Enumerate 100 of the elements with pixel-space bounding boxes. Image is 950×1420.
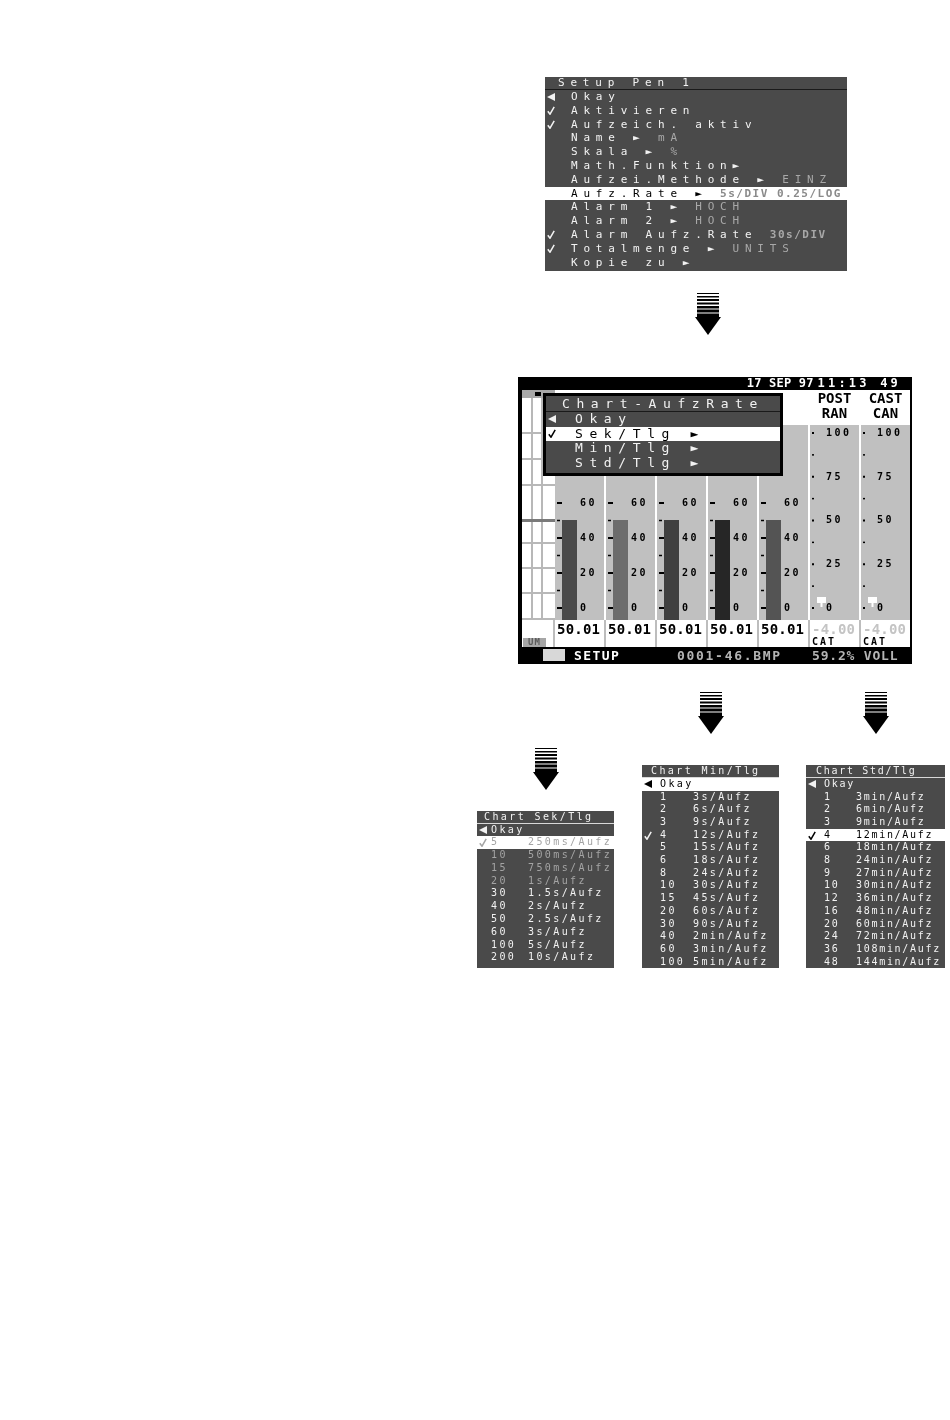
- menu-title: Setup Pen 1: [545, 77, 847, 90]
- menu-item[interactable]: 3 9min/Aufz: [806, 816, 945, 829]
- reading-value: 50.01: [608, 620, 652, 637]
- menu-item[interactable]: 36 108min/Aufz: [806, 942, 945, 956]
- unit-label: CAT: [863, 636, 888, 647]
- menu-item[interactable]: 3 9s/Aufz: [642, 816, 779, 829]
- scale-label: 40: [733, 532, 751, 543]
- menu-item[interactable]: 200 10s/Aufz: [477, 951, 614, 965]
- menu-item[interactable]: 40 2s/Aufz: [477, 900, 614, 914]
- menu-item[interactable]: 1 3s/Aufz: [642, 790, 779, 804]
- menu-item[interactable]: 48 144min/Aufz: [806, 955, 945, 969]
- menu-item[interactable]: 8 24min/Aufz: [806, 854, 945, 867]
- mode-label: SETUP: [574, 646, 621, 664]
- scale-label: 40: [682, 532, 700, 543]
- file-name: 0001-46.BMP: [677, 646, 782, 664]
- scale-label: 20: [631, 567, 649, 578]
- menu-item[interactable]: Okay: [806, 777, 945, 791]
- scale-label: 0: [877, 602, 887, 613]
- scale-label: 25: [877, 559, 896, 570]
- menu-item[interactable]: Math.Funktion►: [545, 159, 847, 173]
- menu-item[interactable]: 6 18s/Aufz: [642, 854, 779, 867]
- menu-item[interactable]: 10 30min/Aufz: [806, 879, 945, 893]
- reading-value: 50.01: [557, 620, 601, 637]
- menu-item[interactable]: 20 60s/Aufz: [642, 904, 779, 918]
- menu-item[interactable]: 60 3s/Aufz: [477, 925, 614, 939]
- menu-item[interactable]: 100 5min/Aufz: [642, 955, 779, 969]
- menu-item[interactable]: 2 6min/Aufz: [806, 803, 945, 816]
- menu-item[interactable]: 50 2.5s/Aufz: [477, 913, 614, 926]
- scale-label: 0: [733, 602, 743, 613]
- reading-value: -4.00: [863, 620, 907, 637]
- menu-item[interactable]: Okay: [546, 411, 780, 427]
- reading-value: 50.01: [761, 620, 805, 637]
- menu-item[interactable]: 9 27min/Aufz: [806, 866, 945, 880]
- scale-label: 75: [826, 471, 845, 482]
- scale-label: 0: [826, 602, 836, 613]
- scale-label: 40: [580, 532, 598, 543]
- scale-label: 100: [826, 427, 852, 438]
- menu-item[interactable]: Okay: [477, 823, 614, 837]
- menu-title: Chart-AufzRate: [546, 395, 780, 412]
- date-text: 17 SEP 97: [746, 376, 814, 390]
- scale-label: 60: [580, 497, 598, 508]
- menu-item[interactable]: 10 30s/Aufz: [642, 879, 779, 893]
- menu-item[interactable]: 24 72min/Aufz: [806, 930, 945, 943]
- menu-item[interactable]: 2 6s/Aufz: [642, 803, 779, 816]
- time-text: 11:13 49: [817, 376, 901, 390]
- scale-label: 60: [682, 497, 700, 508]
- unit-label: CAT: [812, 636, 837, 647]
- menu-item[interactable]: Std/Tlg ►: [546, 456, 780, 471]
- down-arrow-icon: [695, 292, 721, 335]
- scale-label: 75: [877, 471, 896, 482]
- menu-item[interactable]: 15 45s/Aufz: [642, 892, 779, 905]
- scale-label: 0: [631, 602, 641, 613]
- menu-item[interactable]: 8 24s/Aufz: [642, 866, 779, 880]
- menu-item[interactable]: 30 90s/Aufz: [642, 917, 779, 931]
- back-triangle-icon: [479, 825, 487, 834]
- menu-item[interactable]: Skala ► %: [545, 145, 847, 159]
- menu-item[interactable]: Aktivieren: [545, 103, 847, 118]
- reading-value: 50.01: [659, 620, 703, 637]
- menu-item[interactable]: 12 36min/Aufz: [806, 892, 945, 905]
- back-triangle-icon: [808, 780, 816, 789]
- down-arrow-icon: [862, 691, 889, 734]
- scale-label: 60: [784, 497, 802, 508]
- menu-item[interactable]: Okay: [545, 90, 847, 104]
- unit-indicator: UM: [523, 637, 546, 647]
- menu-item[interactable]: 4 12s/Aufz: [642, 828, 779, 842]
- scale-label: 40: [784, 532, 802, 543]
- menu-title: Chart Min/Tlg: [642, 764, 779, 778]
- menu-item[interactable]: 40 2min/Aufz: [642, 930, 779, 943]
- scale-label: 20: [733, 567, 751, 578]
- menu-item[interactable]: Totalmenge ► UNITS: [545, 241, 847, 256]
- back-triangle-icon: [547, 92, 555, 101]
- scale-label: 60: [631, 497, 649, 508]
- menu-item[interactable]: Name ► mA: [545, 131, 847, 146]
- menu-item[interactable]: 30 1.5s/Aufz: [477, 887, 614, 901]
- menu-item[interactable]: Kopie zu ►: [545, 255, 847, 270]
- menu-item[interactable]: 100 5s/Aufz: [477, 938, 614, 952]
- reading-value: -4.00: [812, 620, 856, 637]
- menu-item[interactable]: Alarm 1 ► HOCH: [545, 200, 847, 215]
- status-square-icon: [543, 649, 565, 662]
- menu-item[interactable]: Sek/Tlg ►: [546, 426, 780, 442]
- back-triangle-icon: [548, 415, 556, 424]
- menu-item[interactable]: Aufzeich. aktiv: [545, 117, 847, 132]
- memory-status: 59.2% VOLL: [812, 646, 899, 664]
- scale-label: 50: [826, 515, 845, 526]
- channel-header: CAST CAN: [867, 390, 904, 421]
- menu-item[interactable]: Alarm 2 ► HOCH: [545, 214, 847, 228]
- menu-item[interactable]: Alarm Aufz.Rate 30s/DIV: [545, 227, 847, 242]
- scale-label: 20: [784, 567, 802, 578]
- scale-label: 20: [580, 567, 598, 578]
- menu-item[interactable]: 20 60min/Aufz: [806, 917, 945, 931]
- menu-item[interactable]: Aufzei.Methode ► EINZ: [545, 172, 847, 187]
- menu-item[interactable]: 16 48min/Aufz: [806, 904, 945, 918]
- down-arrow-icon: [697, 691, 724, 734]
- menu-item[interactable]: Min/Tlg ►: [546, 441, 780, 456]
- menu-item[interactable]: Aufz.Rate ► 5s/DIV 0.25/LOG: [545, 186, 847, 201]
- menu-item[interactable]: 60 3min/Aufz: [642, 942, 779, 956]
- menu-item[interactable]: 4 12min/Aufz: [806, 828, 945, 842]
- menu-item[interactable]: 1 3min/Aufz: [806, 790, 945, 804]
- menu-item[interactable]: 5 15s/Aufz: [642, 841, 779, 855]
- menu-item[interactable]: 6 18min/Aufz: [806, 841, 945, 855]
